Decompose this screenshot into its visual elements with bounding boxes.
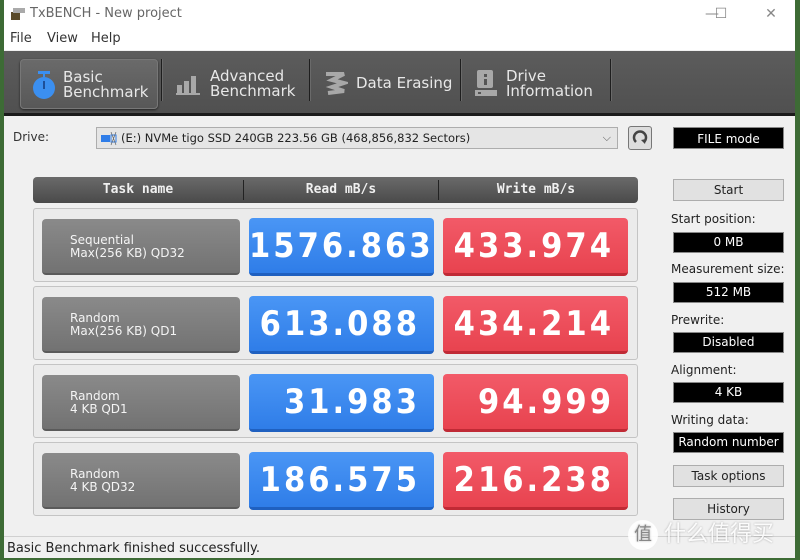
toolbar-separator bbox=[460, 59, 462, 101]
write-value: 94.999 bbox=[443, 374, 628, 432]
task-name-line2: 4 KB QD32 bbox=[70, 480, 136, 494]
tab-drive-information-label: Drive Information bbox=[506, 67, 593, 100]
menu-view[interactable]: View bbox=[47, 31, 78, 46]
tab-data-erasing-label: Data Erasing bbox=[356, 74, 453, 92]
drive-select[interactable]: (E:) NVMe tigo SSD 240GB 223.56 GB (468,… bbox=[96, 127, 618, 149]
tab-advanced-benchmark[interactable]: Advanced Benchmark bbox=[166, 59, 306, 107]
window-title: TxBENCH - New project bbox=[30, 6, 182, 21]
result-row-rnd-4k-q1: Random 4 KB QD1 31.983 94.999 bbox=[33, 364, 638, 438]
task-name-line2: 4 KB QD1 bbox=[70, 402, 128, 416]
prewrite-label: Prewrite: bbox=[671, 313, 725, 327]
task-name-button[interactable]: Sequential Max(256 KB) QD32 bbox=[42, 219, 240, 275]
menu-file[interactable]: File bbox=[10, 31, 32, 46]
tab-data-erasing[interactable]: Data Erasing bbox=[314, 59, 454, 107]
bar-chart-icon bbox=[176, 76, 200, 95]
prewrite-value[interactable]: Disabled bbox=[673, 332, 784, 353]
watermark-text: 什么值得买 bbox=[664, 522, 775, 547]
result-row-seq-q32: Sequential Max(256 KB) QD32 1576.863 433… bbox=[33, 208, 638, 282]
read-value: 1576.863 bbox=[249, 218, 434, 276]
start-position-label: Start position: bbox=[671, 212, 756, 226]
watermark: 值什么值得买 bbox=[628, 516, 774, 550]
tab-drive-information[interactable]: Drive Information bbox=[464, 59, 604, 107]
menu-bar: File View Help bbox=[4, 28, 795, 50]
read-value: 186.575 bbox=[249, 452, 434, 510]
drive-icon bbox=[101, 132, 117, 146]
task-name-button[interactable]: Random 4 KB QD32 bbox=[42, 453, 240, 509]
status-text: Basic Benchmark finished successfully. bbox=[7, 541, 261, 556]
title-bar: TxBENCH - New project — ☐ ✕ bbox=[4, 0, 795, 28]
app-icon bbox=[11, 8, 25, 20]
results-table-header: Task name Read mB/s Write mB/s bbox=[33, 177, 638, 203]
measurement-size-label: Measurement size: bbox=[671, 262, 785, 276]
alignment-value[interactable]: 4 KB bbox=[673, 382, 784, 403]
header-write: Write mB/s bbox=[496, 182, 576, 197]
writing-data-label: Writing data: bbox=[671, 413, 749, 427]
toolbar-separator bbox=[610, 59, 612, 101]
toolbar-separator bbox=[161, 59, 163, 101]
task-name-line2: Max(256 KB) QD32 bbox=[70, 246, 185, 260]
watermark-badge: 值 bbox=[628, 520, 658, 550]
result-row-rnd-max-q1: Random Max(256 KB) QD1 613.088 434.214 bbox=[33, 286, 638, 360]
measurement-size-value[interactable]: 512 MB bbox=[673, 282, 784, 303]
header-task-name: Task name bbox=[102, 182, 174, 197]
stopwatch-icon bbox=[33, 71, 55, 99]
tab-basic-benchmark[interactable]: Basic Benchmark bbox=[20, 59, 158, 109]
task-name-button[interactable]: Random Max(256 KB) QD1 bbox=[42, 297, 240, 353]
chevron-down-icon: ⌵ bbox=[602, 131, 611, 144]
alignment-label: Alignment: bbox=[671, 363, 737, 377]
read-value: 31.983 bbox=[249, 374, 434, 432]
toolbar-separator bbox=[309, 59, 311, 101]
tab-basic-benchmark-label: Basic Benchmark bbox=[63, 68, 149, 101]
refresh-icon bbox=[632, 130, 648, 144]
result-row-rnd-4k-q32: Random 4 KB QD32 186.575 216.238 bbox=[33, 442, 638, 516]
drive-info-icon bbox=[475, 70, 497, 96]
menu-help[interactable]: Help bbox=[91, 31, 121, 46]
close-button[interactable]: ✕ bbox=[756, 4, 786, 24]
writing-data-value[interactable]: Random number bbox=[673, 432, 784, 453]
tab-advanced-benchmark-label: Advanced Benchmark bbox=[210, 67, 296, 100]
refresh-button[interactable] bbox=[628, 126, 652, 150]
task-options-button[interactable]: Task options bbox=[673, 465, 784, 487]
task-name-line2: Max(256 KB) QD1 bbox=[70, 324, 178, 338]
file-mode-badge: FILE mode bbox=[673, 127, 784, 149]
eraser-icon bbox=[325, 72, 348, 95]
write-value: 216.238 bbox=[443, 452, 628, 510]
drive-select-value: (E:) NVMe tigo SSD 240GB 223.56 GB (468,… bbox=[121, 131, 471, 145]
task-name-button[interactable]: Random 4 KB QD1 bbox=[42, 375, 240, 431]
drive-label: Drive: bbox=[13, 130, 50, 144]
maximize-icon[interactable]: ☐ bbox=[706, 4, 736, 24]
header-read: Read mB/s bbox=[305, 182, 377, 197]
read-value: 613.088 bbox=[249, 296, 434, 354]
app-window: TxBENCH - New project — ☐ ✕ File View He… bbox=[4, 0, 795, 558]
write-value: 434.214 bbox=[443, 296, 628, 354]
start-position-value[interactable]: 0 MB bbox=[673, 232, 784, 253]
toolbar: Basic Benchmark Advanced Benchmark Data … bbox=[4, 51, 795, 116]
start-button[interactable]: Start bbox=[673, 179, 784, 201]
write-value: 433.974 bbox=[443, 218, 628, 276]
